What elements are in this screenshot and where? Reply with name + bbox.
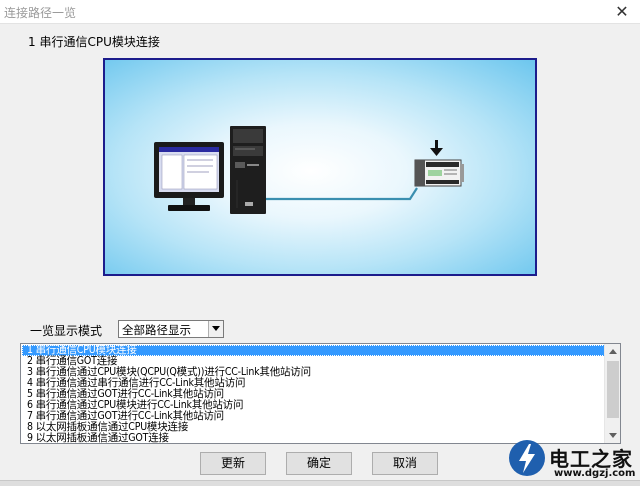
cancel-button[interactable]: 取消: [372, 452, 438, 475]
chevron-down-icon: [212, 326, 220, 331]
route-title: 1 串行通信CPU模块连接: [28, 35, 160, 49]
refresh-button[interactable]: 更新: [200, 452, 266, 475]
plc-icon: [414, 159, 464, 187]
arrow-up-icon: [609, 349, 617, 354]
display-mode-value: 全部路径显示: [122, 323, 191, 337]
display-mode-select[interactable]: 全部路径显示: [118, 320, 224, 338]
monitor-icon: [154, 142, 224, 211]
connection-route-dialog: 连接路径一览 ✕ 1 串行通信CPU模块连接 一览显示模式 全部路径显示 1 串…: [0, 0, 640, 486]
watermark: 电工之家 www.dgzj.com: [507, 437, 635, 483]
route-list[interactable]: 1 串行通信CPU模块连接 2 串行通信GOT连接 3 串行通信通过CPU模块(…: [20, 343, 621, 444]
close-icon[interactable]: ✕: [608, 0, 636, 24]
serial-cable: [266, 187, 418, 201]
watermark-logo-icon: [509, 440, 545, 476]
connection-diagram: [103, 58, 537, 276]
ok-button[interactable]: 确定: [286, 452, 352, 475]
scroll-up-button[interactable]: [605, 344, 620, 360]
route-list-scrollbar[interactable]: [604, 344, 620, 443]
connection-illustration: [154, 126, 464, 214]
title-bar: 连接路径一览 ✕: [0, 0, 640, 24]
window-title: 连接路径一览: [4, 6, 77, 20]
pc-tower-icon: [230, 126, 266, 214]
scroll-thumb[interactable]: [607, 361, 619, 418]
display-mode-label: 一览显示模式: [30, 324, 103, 338]
arrow-down-indicator-icon: [430, 140, 443, 156]
watermark-url: www.dgzj.com: [554, 468, 636, 479]
dropdown-button[interactable]: [208, 321, 223, 337]
